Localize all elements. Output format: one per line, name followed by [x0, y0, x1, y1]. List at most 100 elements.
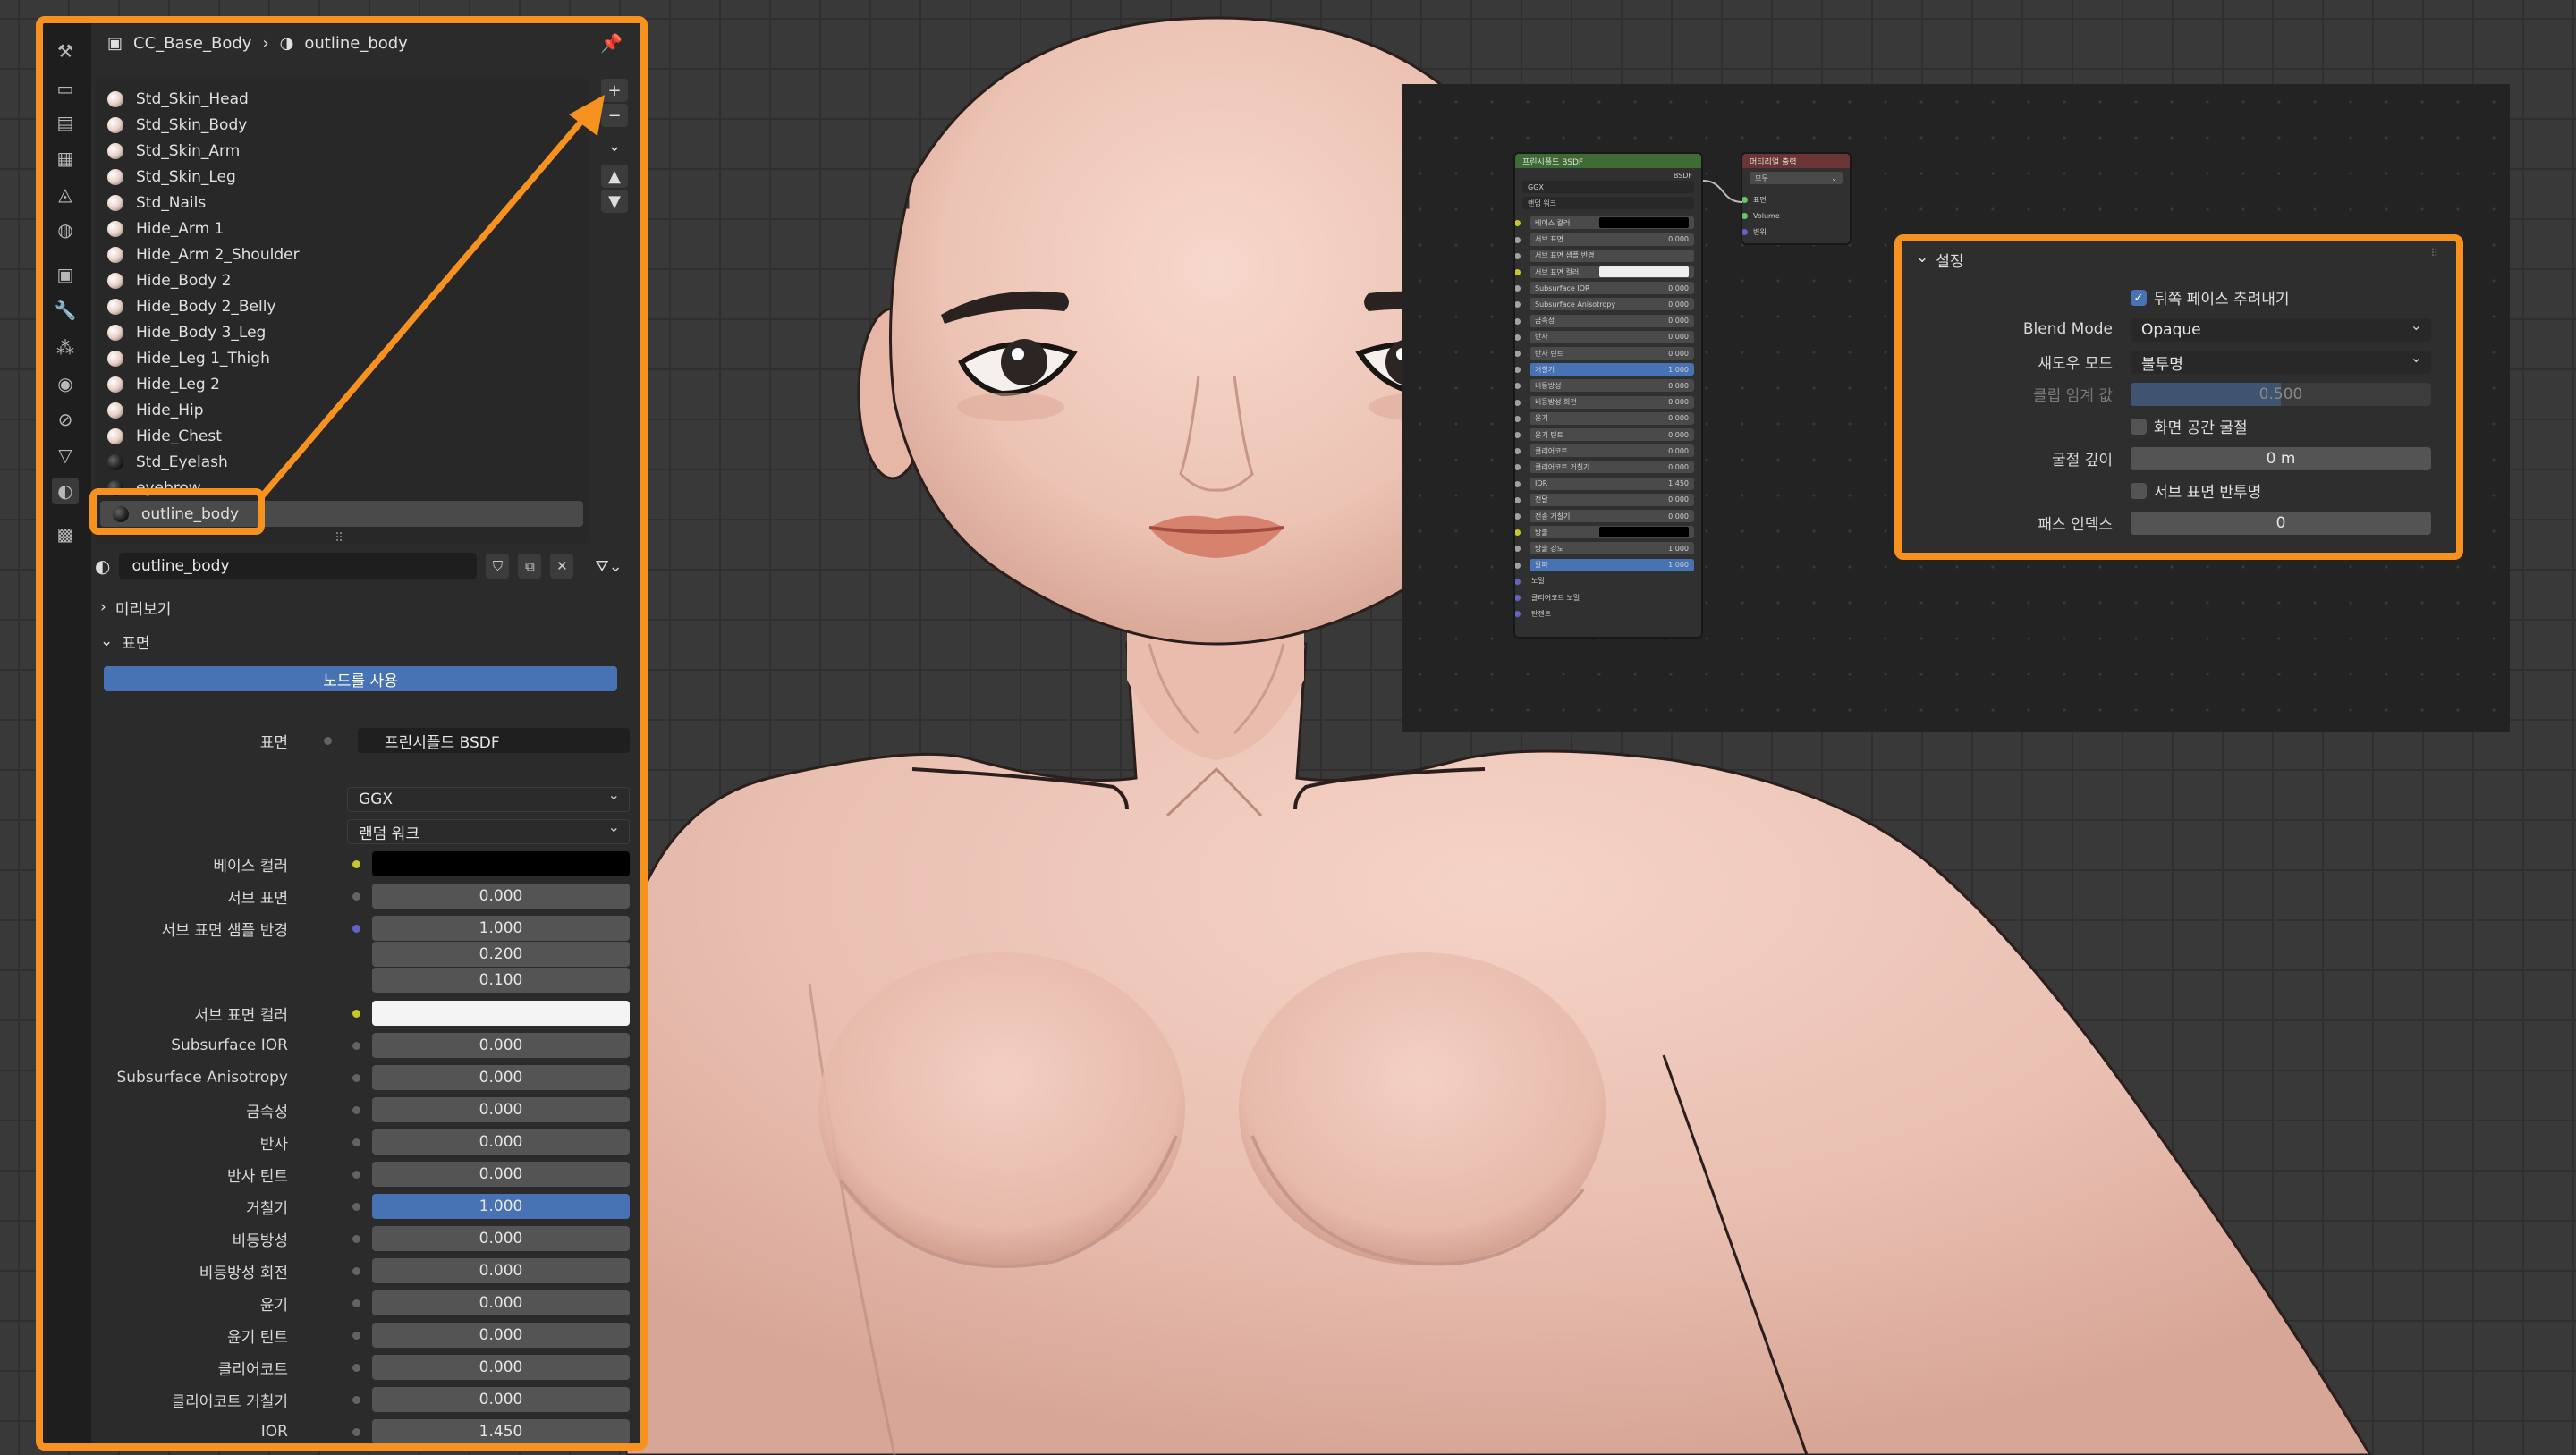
- node-socket-icon[interactable]: [1515, 562, 1521, 569]
- node-input-row[interactable]: 전송 거칠기 0.000: [1530, 510, 1694, 522]
- constraints-icon[interactable]: ⊘: [52, 406, 79, 433]
- property-field[interactable]: 0.000: [372, 1355, 630, 1380]
- socket-icon[interactable]: [351, 1330, 362, 1341]
- resize-handle-icon[interactable]: ⠿: [335, 531, 343, 546]
- node-socket-icon[interactable]: [1515, 546, 1521, 553]
- node-socket-icon[interactable]: [1515, 464, 1521, 471]
- socket-icon[interactable]: [351, 1008, 362, 1019]
- output-socket-row[interactable]: 표면: [1751, 193, 1843, 206]
- socket-icon[interactable]: [351, 859, 362, 870]
- node-socket-icon[interactable]: [1515, 415, 1521, 422]
- node-socket-icon[interactable]: [1515, 367, 1521, 374]
- node-socket-icon[interactable]: [1515, 529, 1521, 537]
- node-socket-icon[interactable]: [1515, 317, 1521, 325]
- property-field[interactable]: 0.000: [372, 1129, 630, 1155]
- node-input-row[interactable]: 탄젠트: [1530, 607, 1694, 620]
- node-input-row[interactable]: 방출 강도 1.000: [1530, 542, 1694, 555]
- socket-icon[interactable]: [351, 1362, 362, 1374]
- node-socket-icon[interactable]: [1515, 496, 1521, 503]
- property-field[interactable]: 0.000: [372, 1065, 630, 1090]
- material-slot-item[interactable]: Std_Skin_Leg: [95, 164, 589, 190]
- object-icon[interactable]: ▣: [52, 261, 79, 288]
- node-input-row[interactable]: 비등방성 회전 0.000: [1530, 395, 1694, 409]
- socket-icon[interactable]: [351, 1137, 362, 1148]
- node-input-row[interactable]: Subsurface Anisotropy 0.000: [1530, 298, 1694, 311]
- socket-icon[interactable]: [351, 923, 362, 935]
- node-socket-icon[interactable]: [1742, 197, 1748, 203]
- refraction-depth-field[interactable]: 0 m: [2131, 447, 2431, 470]
- property-field[interactable]: 0.000: [372, 1033, 630, 1058]
- property-field[interactable]: 1.000: [372, 1194, 630, 1219]
- node-input-row[interactable]: 랜덤 워크: [1522, 197, 1694, 210]
- screen-refraction-checkbox[interactable]: [2131, 419, 2147, 435]
- node-socket-icon[interactable]: [1515, 252, 1521, 259]
- slot-specials-icon[interactable]: ⌄: [601, 134, 628, 157]
- node-socket-icon[interactable]: [1515, 432, 1521, 438]
- node-socket-icon[interactable]: [1515, 480, 1521, 487]
- node-input-row[interactable]: 거칠기 1.000: [1530, 363, 1694, 376]
- material-icon[interactable]: ◐: [52, 478, 79, 504]
- pin-icon[interactable]: 📌: [600, 32, 623, 54]
- node-socket-icon[interactable]: [1515, 301, 1521, 309]
- property-field[interactable]: 0.000: [372, 1162, 630, 1187]
- material-slot-item[interactable]: eyebrow: [95, 475, 589, 501]
- move-up-button[interactable]: ▲: [601, 165, 628, 188]
- node-input-row[interactable]: 윤기 0.000: [1530, 411, 1694, 425]
- material-slot-item[interactable]: Hide_Body 2: [95, 267, 589, 293]
- world-icon[interactable]: ◍: [52, 216, 79, 243]
- material-slot-item[interactable]: Std_Nails: [95, 190, 589, 216]
- property-field[interactable]: 0.000: [372, 1387, 630, 1412]
- node-socket-icon[interactable]: [1515, 611, 1521, 618]
- node-input-row[interactable]: 금속성 0.000: [1530, 314, 1694, 327]
- socket-icon[interactable]: [351, 1104, 362, 1116]
- socket-icon[interactable]: [351, 1426, 362, 1438]
- node-input-row[interactable]: 방출: [1530, 526, 1694, 539]
- preview-section-header[interactable]: › 미리보기: [95, 592, 631, 622]
- node-socket-icon[interactable]: [1515, 351, 1521, 357]
- socket-icon[interactable]: [351, 891, 362, 902]
- backface-culling-checkbox[interactable]: ✓: [2131, 290, 2147, 306]
- drag-handle-icon[interactable]: ⠿: [2430, 247, 2438, 259]
- socket-icon[interactable]: [322, 735, 334, 747]
- data-icon[interactable]: ▽: [52, 442, 79, 469]
- property-field[interactable]: 0.000: [372, 884, 630, 909]
- node-input-row[interactable]: 전달 0.000: [1530, 493, 1694, 506]
- node-input-row[interactable]: IOR 1.450: [1530, 477, 1694, 490]
- node-socket-icon[interactable]: [1515, 220, 1521, 227]
- material-slot-item[interactable]: Hide_Hip: [95, 397, 589, 423]
- tool-icon[interactable]: ⚒: [52, 38, 79, 64]
- property-field[interactable]: 0.100: [372, 968, 630, 993]
- node-input-row[interactable]: 반사 0.000: [1530, 330, 1694, 343]
- output-target-dropdown[interactable]: 모두 ⌄: [1750, 172, 1843, 184]
- node-input-row[interactable]: 윤기 틴트 0.000: [1530, 428, 1694, 441]
- node-socket-icon[interactable]: [1515, 399, 1521, 406]
- material-browse-icon[interactable]: ◐: [95, 555, 110, 577]
- socket-icon[interactable]: [351, 1233, 362, 1245]
- scene-icon[interactable]: ◬: [52, 181, 79, 207]
- material-slot-item[interactable]: Hide_Body 2_Belly: [95, 293, 589, 319]
- material-slot-item[interactable]: Hide_Arm 2_Shoulder: [95, 241, 589, 267]
- principled-bsdf-node[interactable]: 프린시플드 BSDF BSDF GGX 랜덤 워크 베이스 컬러 서브 표면 0.000…: [1513, 152, 1703, 639]
- node-input-row[interactable]: 클리어코트 거칠기 0.000: [1530, 461, 1694, 474]
- property-field[interactable]: 1.000: [372, 916, 630, 941]
- socket-icon[interactable]: [351, 1394, 362, 1406]
- node-socket-icon[interactable]: [1515, 236, 1521, 243]
- material-slot-item[interactable]: Std_Eyelash: [95, 449, 589, 475]
- blend-mode-dropdown[interactable]: Opaque: [2131, 317, 2431, 342]
- node-input-row[interactable]: 서브 표면 0.000: [1530, 233, 1694, 246]
- modifier-icon[interactable]: 🔧: [52, 297, 79, 324]
- material-slot-item[interactable]: Hide_Body 3_Leg: [95, 319, 589, 345]
- property-field[interactable]: 0.200: [372, 942, 630, 967]
- property-field[interactable]: 0.000: [372, 1323, 630, 1348]
- physics-icon[interactable]: ◉: [52, 370, 79, 397]
- node-input-row[interactable]: 알파 1.000: [1530, 558, 1694, 571]
- node-input-row[interactable]: GGX: [1522, 181, 1694, 193]
- pass-index-field[interactable]: 0: [2131, 512, 2431, 535]
- material-name-field[interactable]: outline_body: [119, 553, 478, 579]
- clip-threshold-slider[interactable]: 0.500: [2131, 383, 2431, 406]
- node-input-row[interactable]: 서브 표면 컬러: [1530, 266, 1694, 278]
- output-socket-row[interactable]: 변위: [1751, 225, 1843, 238]
- remove-slot-button[interactable]: −: [601, 104, 628, 127]
- subsurface-translucency-checkbox[interactable]: [2131, 483, 2147, 499]
- node-socket-icon[interactable]: [1742, 213, 1748, 219]
